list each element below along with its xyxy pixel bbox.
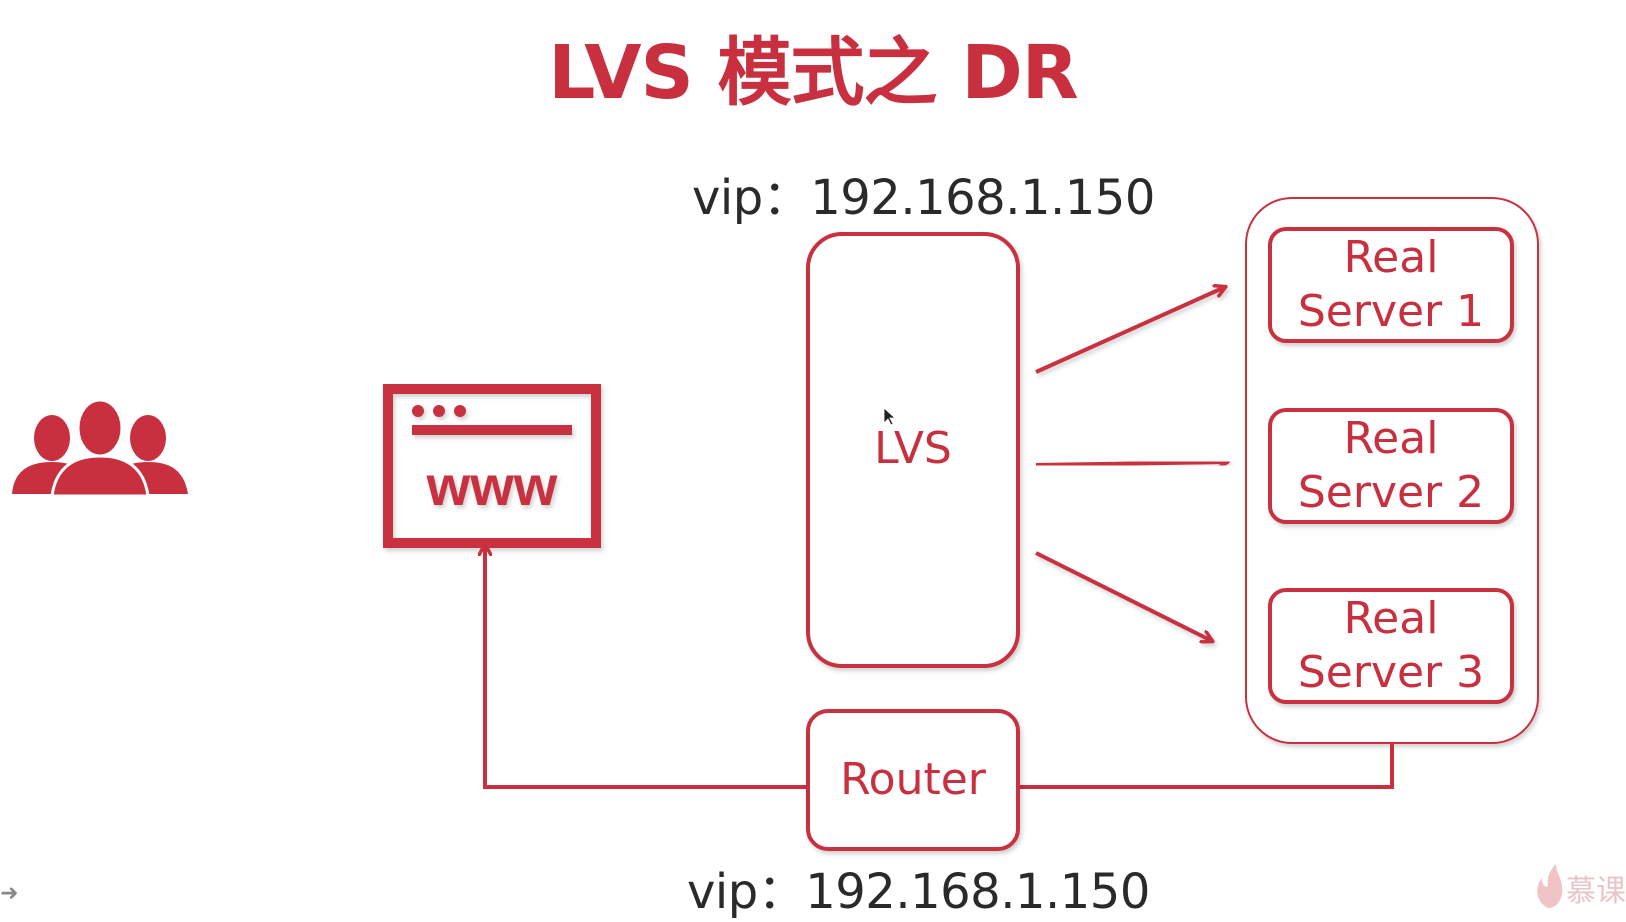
arrow-lvs-to-server-2 xyxy=(1035,462,1227,465)
lvs-label: LVS xyxy=(874,423,952,474)
real-server-3-label: Real Server 3 xyxy=(1270,592,1512,700)
watermark-text: 慕课 xyxy=(1566,874,1626,909)
real-server-2-line1: Real xyxy=(1343,413,1439,464)
browser-www-icon: www xyxy=(383,384,601,548)
next-slide-icon[interactable]: ➜ xyxy=(0,881,18,906)
return-line-router-to-www xyxy=(485,545,808,789)
router-label: Router xyxy=(840,754,986,805)
real-server-1-line1: Real xyxy=(1343,232,1439,283)
slide: LVS 模式之 DR vip：192.168.1.150 www LVS Rea… xyxy=(0,0,1626,920)
vip-bottom-label: vip：192.168.1.150 xyxy=(687,864,1150,920)
arrow-lvs-to-server-3 xyxy=(1035,551,1212,641)
www-label: www xyxy=(426,454,558,517)
real-server-3-line1: Real xyxy=(1343,593,1439,644)
real-server-1-label: Real Server 1 xyxy=(1270,231,1512,339)
real-server-3-line2: Server 3 xyxy=(1297,647,1485,698)
return-line-cluster-to-router xyxy=(1018,743,1394,789)
users-icon xyxy=(12,398,188,498)
arrow-lvs-to-server-1 xyxy=(1035,287,1225,374)
real-server-1-line2: Server 1 xyxy=(1297,286,1485,337)
flame-logo-icon xyxy=(1537,864,1563,908)
real-server-2-label: Real Server 2 xyxy=(1270,412,1512,520)
real-server-2-line2: Server 2 xyxy=(1297,467,1485,518)
